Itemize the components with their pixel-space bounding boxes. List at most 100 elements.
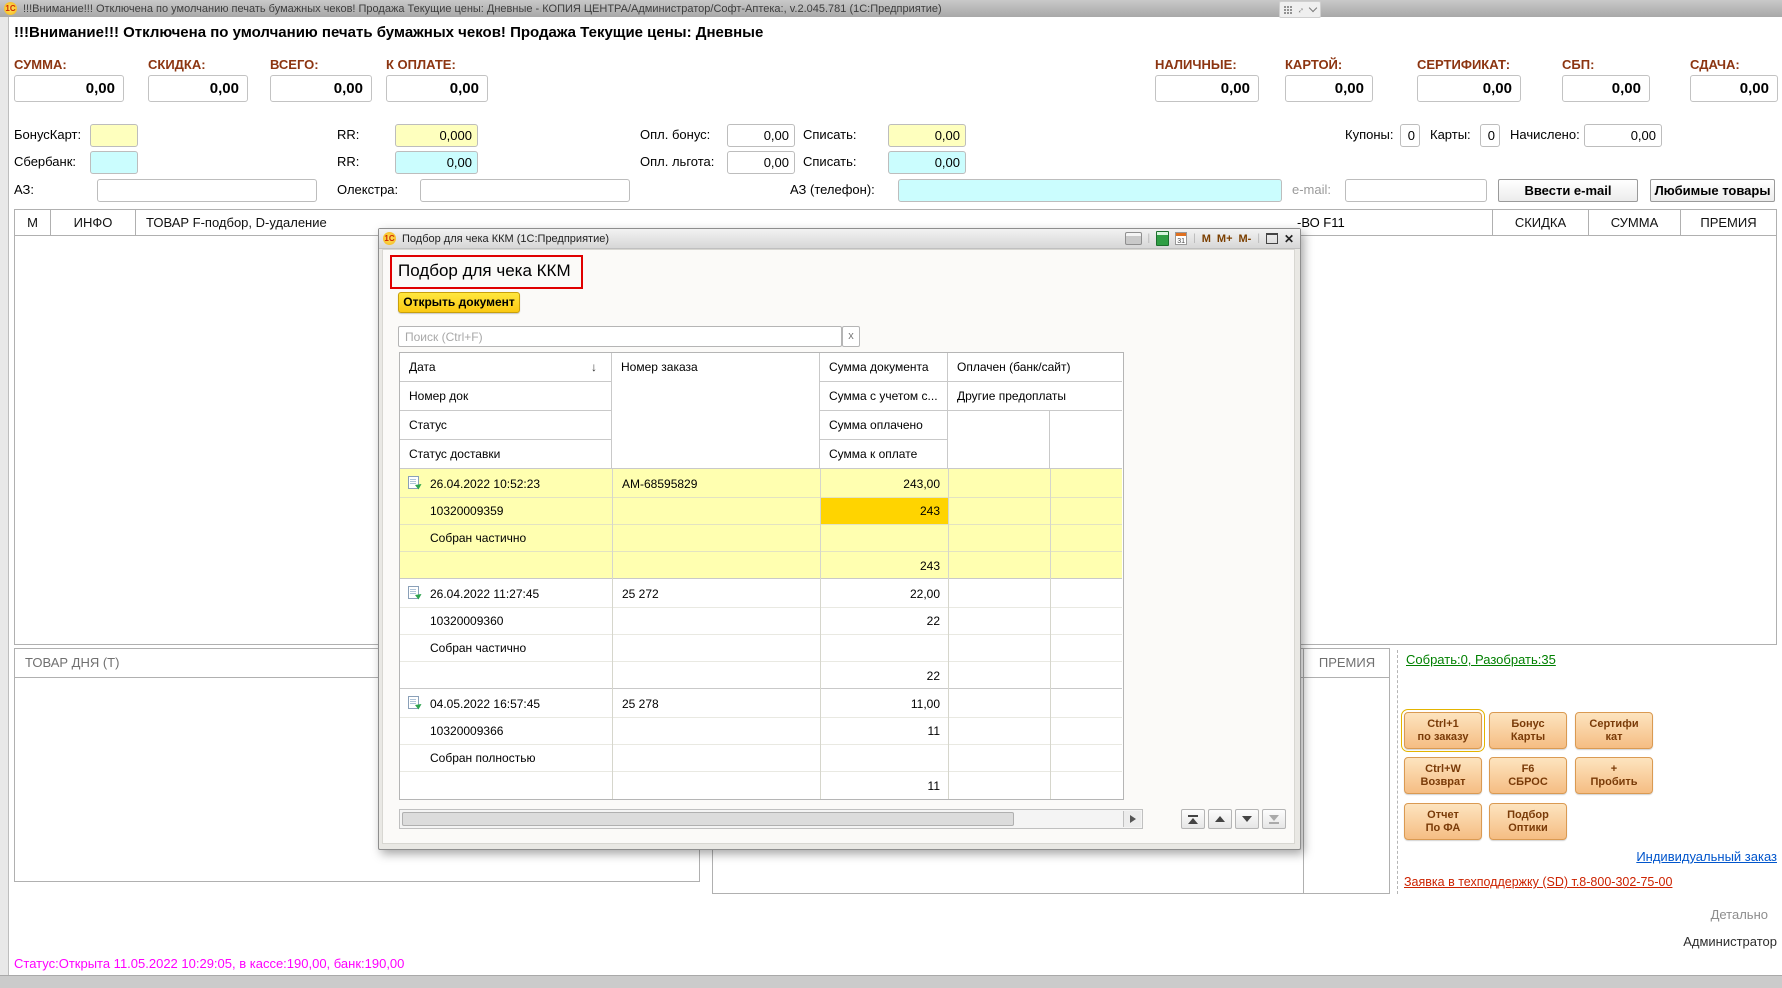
expand-icon[interactable]: ↕ xyxy=(1297,5,1306,14)
dialog-titlebar: 1С Подбор для чека ККМ (1С:Предприятие) … xyxy=(379,229,1300,249)
rr1-label: RR: xyxy=(337,124,359,146)
grid-col-paid[interactable]: Оплачен (банк/сайт) xyxy=(948,353,1122,382)
go-last-button[interactable] xyxy=(1262,809,1286,829)
spisat1-label: Списать: xyxy=(803,124,856,146)
button-line: + xyxy=(1611,763,1617,776)
sdacha-label: СДАЧА: xyxy=(1690,57,1740,73)
button-line: Пробить xyxy=(1590,776,1637,789)
grid-col-otherprepay[interactable]: Другие предоплаты xyxy=(948,382,1122,411)
kartoy-label: КАРТОЙ: xyxy=(1285,57,1342,73)
scroll-right-button[interactable] xyxy=(1123,811,1141,827)
grid-col-paidsum[interactable]: Сумма оплачено xyxy=(820,411,948,440)
bonus-card-input[interactable] xyxy=(90,124,138,147)
coupons-input[interactable]: 0 xyxy=(1400,124,1420,147)
otchet-po-fa-button[interactable]: Отчет По ФА xyxy=(1404,803,1482,840)
ctrl1-po-zakazu-button[interactable]: Ctrl+1 по заказу xyxy=(1404,712,1482,749)
ctrlw-vozvrat-button[interactable]: Ctrl+W Возврат xyxy=(1404,757,1482,794)
enter-email-button[interactable]: Ввести e-mail xyxy=(1498,179,1638,202)
main-col-premia[interactable]: ПРЕМИЯ xyxy=(1680,209,1777,236)
sertifikat-button[interactable]: Сертифи кат xyxy=(1575,712,1653,749)
header-text: Дата xyxy=(409,360,436,374)
memory-plus-button[interactable]: M+ xyxy=(1217,233,1233,245)
go-first-button[interactable] xyxy=(1181,809,1205,829)
favorites-button[interactable]: Любимые товары xyxy=(1650,179,1775,202)
nalichnye-value: 0,00 xyxy=(1155,75,1259,102)
go-up-button[interactable] xyxy=(1208,809,1232,829)
dashed-separator xyxy=(1397,650,1398,894)
individual-order-link[interactable]: Индивидуальный заказ xyxy=(1636,849,1777,864)
skidka-label: СКИДКА: xyxy=(148,57,206,73)
order-date: 26.04.2022 10:52:23 xyxy=(430,477,540,491)
main-col-m[interactable]: М xyxy=(14,209,51,236)
accrued-label: Начислено: xyxy=(1510,124,1580,146)
probit-button[interactable]: + Пробить xyxy=(1575,757,1653,794)
sbp-value: 0,00 xyxy=(1562,75,1650,102)
calculator-icon[interactable] xyxy=(1156,231,1169,246)
email-input[interactable] xyxy=(1345,179,1487,202)
grid-col-docnum[interactable]: Номер док xyxy=(400,382,612,411)
premia-header: ПРЕМИЯ xyxy=(1303,649,1391,677)
main-col-qty[interactable]: -ВО F11 xyxy=(1297,209,1345,236)
grid-col-status[interactable]: Статус xyxy=(400,411,612,440)
button-line: F6 xyxy=(1522,763,1535,776)
scrollbar-thumb[interactable] xyxy=(402,812,1014,826)
opl-bonus-input[interactable]: 0,00 xyxy=(727,124,795,147)
rr1-input[interactable]: 0,000 xyxy=(395,124,478,147)
go-down-button[interactable] xyxy=(1235,809,1259,829)
az-input[interactable] xyxy=(97,179,317,202)
grid-col-docsum[interactable]: Сумма документа xyxy=(820,353,948,382)
support-link[interactable]: Заявка в техподдержку (SD) т.8-800-302-7… xyxy=(1404,875,1672,889)
grid-col-sumdiscount[interactable]: Сумма с учетом с... xyxy=(820,382,948,411)
grid-col-order[interactable]: Номер заказа xyxy=(612,353,820,469)
maximize-icon[interactable] xyxy=(1266,233,1278,244)
window-title: !!!Внимание!!! Отключена по умолчанию пе… xyxy=(23,3,942,15)
button-line: СБРОС xyxy=(1508,776,1548,789)
main-col-info[interactable]: ИНФО xyxy=(50,209,136,236)
spisat2-input[interactable]: 0,00 xyxy=(888,151,966,174)
nalichnye-label: НАЛИЧНЫЕ: xyxy=(1155,57,1237,73)
orders-grid: Дата ↓ Номер док Статус Статус доставки … xyxy=(399,352,1124,800)
open-document-button[interactable]: Открыть документ xyxy=(398,292,520,313)
order-doc-sum: 11,00 xyxy=(820,697,940,711)
chevron-down-icon[interactable] xyxy=(1309,4,1317,12)
sberbank-input[interactable] xyxy=(90,151,138,174)
spisat1-input[interactable]: 0,00 xyxy=(888,124,966,147)
order-row-group[interactable]: 26.04.2022 10:52:23 АМ-68595829 243,00 1… xyxy=(400,469,1122,579)
search-input[interactable] xyxy=(398,326,842,347)
grid-dots-icon[interactable] xyxy=(1284,6,1292,14)
kartoy-value: 0,00 xyxy=(1285,75,1373,102)
order-to-pay: 22 xyxy=(820,669,940,683)
opl-lgota-input[interactable]: 0,00 xyxy=(727,151,795,174)
main-col-summa[interactable]: СУММА xyxy=(1588,209,1681,236)
main-col-skidka[interactable]: СКИДКА xyxy=(1492,209,1589,236)
print-icon[interactable] xyxy=(1125,232,1142,245)
accrued-input[interactable]: 0,00 xyxy=(1584,124,1662,147)
memory-m-button[interactable]: M xyxy=(1202,233,1211,245)
az-phone-input[interactable] xyxy=(898,179,1282,202)
bonus-karty-button[interactable]: Бонус Карты xyxy=(1489,712,1567,749)
close-icon[interactable]: ✕ xyxy=(1284,233,1294,245)
calendar-icon[interactable]: 31 xyxy=(1175,232,1187,245)
coupons-label: Купоны: xyxy=(1345,124,1393,146)
cards-input[interactable]: 0 xyxy=(1480,124,1500,147)
1c-logo-icon: 1С xyxy=(383,232,396,245)
horizontal-scrollbar[interactable] xyxy=(399,809,1143,829)
grid-col-topay[interactable]: Сумма к оплате xyxy=(820,440,948,469)
screen-overlay-controls[interactable]: ↕ xyxy=(1279,1,1321,18)
order-doc-number: 10320009360 xyxy=(430,614,503,628)
assemble-link[interactable]: Собрать:0, Разобрать:35 xyxy=(1406,652,1556,667)
order-row-group[interactable]: 04.05.2022 16:57:45 25 278 11,00 1032000… xyxy=(400,689,1122,799)
grid-col-delivery[interactable]: Статус доставки xyxy=(400,440,612,469)
email-label: e-mail: xyxy=(1292,179,1331,201)
sdacha-value: 0,00 xyxy=(1690,75,1778,102)
opl-bonus-label: Опл. бонус: xyxy=(640,124,710,146)
memory-minus-button[interactable]: M- xyxy=(1239,233,1252,245)
grid-col-date[interactable]: Дата ↓ xyxy=(400,353,612,382)
podbor-optiki-button[interactable]: Подбор Оптики xyxy=(1489,803,1567,840)
rr2-input[interactable]: 0,00 xyxy=(395,151,478,174)
search-clear-button[interactable]: x xyxy=(842,326,860,347)
f6-sbros-button[interactable]: F6 СБРОС xyxy=(1489,757,1567,794)
order-row-group[interactable]: 26.04.2022 11:27:45 25 272 22,00 1032000… xyxy=(400,579,1122,689)
button-line: Карты xyxy=(1511,731,1545,744)
olekstra-input[interactable] xyxy=(420,179,630,202)
